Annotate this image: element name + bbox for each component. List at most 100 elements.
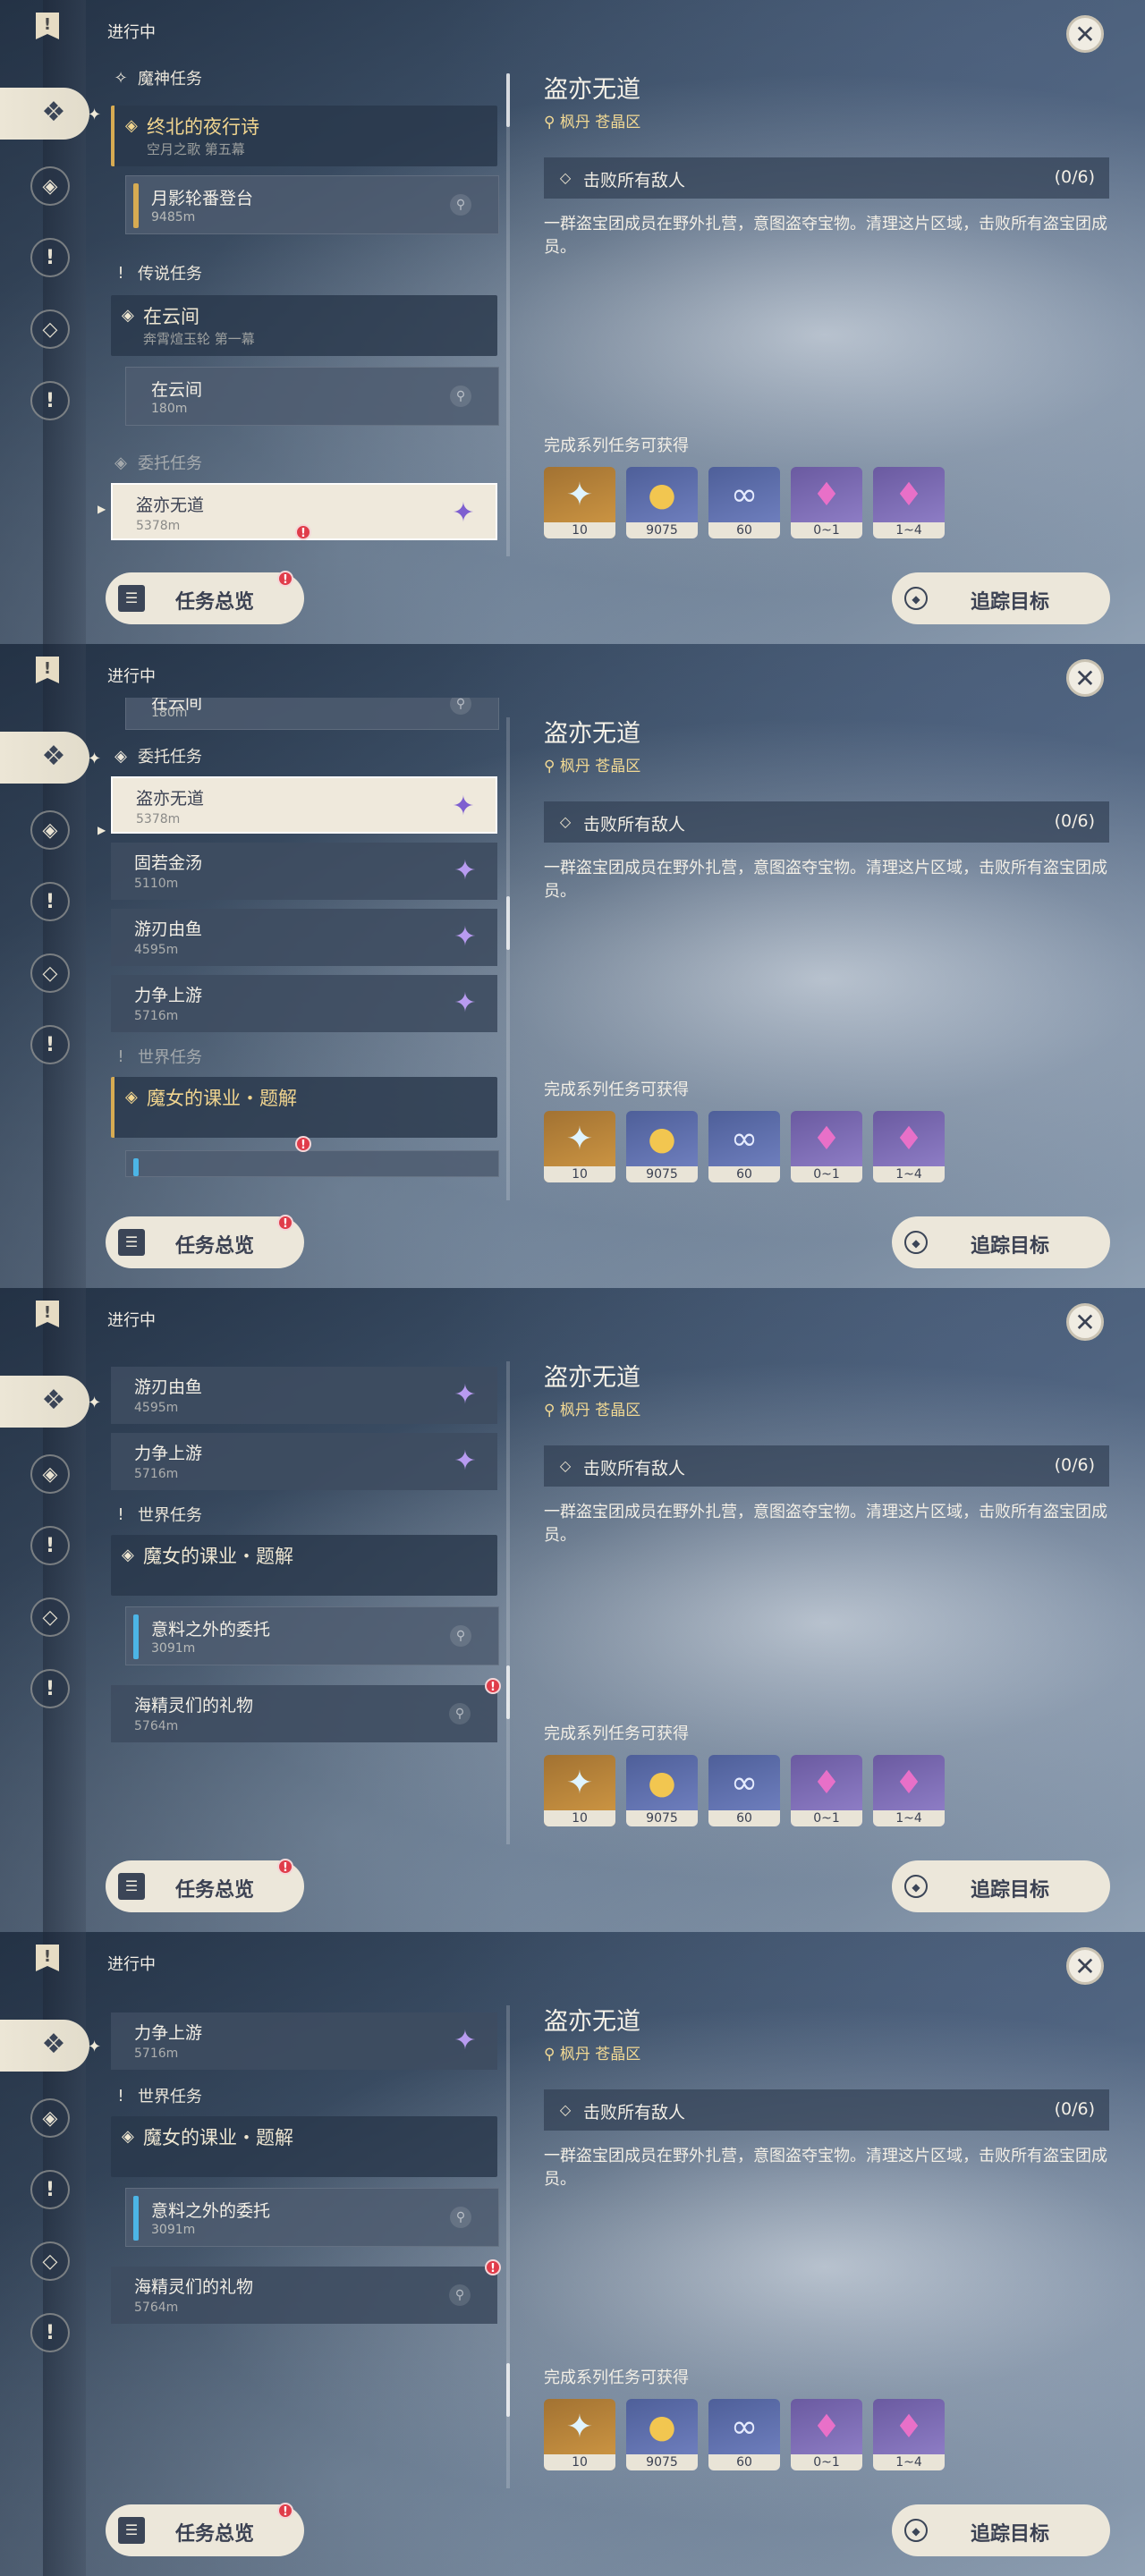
objective-diamond-icon: ◇	[559, 1457, 572, 1474]
quest-overview-button[interactable]: ☰ 任务总览 !	[106, 1215, 304, 1268]
reward-primogem[interactable]: ✦ 10	[544, 1755, 615, 1826]
reward-crystal[interactable]: ♦ 0~1	[791, 2399, 862, 2470]
reward-crystal[interactable]: ♦ 0~1	[791, 1111, 862, 1182]
reward-primogem[interactable]: ✦ 10	[544, 467, 615, 538]
sparkle-icon: ✦	[88, 106, 102, 124]
list-scrollbar[interactable]	[506, 2005, 510, 2488]
world-quest-entry[interactable]: 海精灵们的礼物 5764m ⚲	[111, 2267, 497, 2324]
location-pin-icon[interactable]: ⚲	[450, 194, 471, 216]
world-quest-step[interactable]: 意料之外的委托 3091m ⚲	[125, 2188, 499, 2247]
legend-quest-step[interactable]: 在云间 180m ⚲	[125, 367, 499, 426]
archon-quest[interactable]: ◈ 终北的夜行诗 空月之歌 第五幕	[111, 106, 497, 166]
reward-mora[interactable]: ● 9075	[626, 1755, 698, 1826]
scroll-thumb[interactable]	[506, 73, 510, 127]
list-scrollbar[interactable]	[506, 717, 510, 1200]
reward-crystal-cluster[interactable]: ♦ 1~4	[873, 467, 945, 538]
world-quest[interactable]: ◈ 魔女的课业・题解	[111, 1077, 497, 1138]
commission-entry[interactable]: 力争上游 5716m ✦	[111, 975, 497, 1032]
nav-world-icon[interactable]: !	[30, 882, 70, 921]
scroll-thumb[interactable]	[506, 896, 510, 950]
quest-list[interactable]: 力争上游 5716m ✦ ! 世界任务 ◈ 魔女的课业・题解 意料之外的委托 30…	[106, 1986, 504, 2476]
archon-icon: ✧	[114, 68, 128, 88]
commission-entry[interactable]: 力争上游 5716m ✦	[111, 1433, 497, 1490]
quest-overview-button[interactable]: ☰ 任务总览 !	[106, 571, 304, 624]
archon-quest-step[interactable]: 月影轮番登台 9485m ⚲	[125, 175, 499, 234]
commission-entry[interactable]: 力争上游 5716m ✦	[111, 2012, 497, 2070]
location-pin-icon[interactable]: ⚲	[450, 1625, 471, 1647]
commission-entry[interactable]: 游刃由鱼 4595m ✦	[111, 1367, 497, 1424]
nav-daily-icon[interactable]: ◇	[30, 1597, 70, 1637]
quest-list[interactable]: ✧ 魔神任务 ◈ 终北的夜行诗 空月之歌 第五幕 月影轮番登台 9485m ⚲ !…	[106, 54, 504, 544]
nav-legend-icon[interactable]: ◈	[30, 2098, 70, 2138]
nav-daily-icon[interactable]: ◇	[30, 309, 70, 349]
nav-item-commission-selected[interactable]: ❖	[0, 1376, 89, 1428]
list-scrollbar[interactable]	[506, 73, 510, 556]
screen-panel-2: ! ❖ ✦ ◈ ! ◇ ! 进行中 ✕ ▶ 在云间 180m ⚲ ◈ 委托任务 盗…	[0, 644, 1145, 1288]
nav-item-commission-selected[interactable]: ❖	[0, 2020, 89, 2072]
reward-fate[interactable]: ∞ 60	[708, 467, 780, 538]
nav-world-icon[interactable]: !	[30, 2170, 70, 2209]
scroll-thumb[interactable]	[506, 1665, 510, 1719]
reward-crystal[interactable]: ♦ 0~1	[791, 467, 862, 538]
reward-fate[interactable]: ∞ 60	[708, 1755, 780, 1826]
reward-mora[interactable]: ● 9075	[626, 467, 698, 538]
nav-daily-icon[interactable]: ◇	[30, 2241, 70, 2281]
location-pin-icon[interactable]: ⚲	[449, 1703, 471, 1724]
reward-crystal-cluster[interactable]: ♦ 1~4	[873, 2399, 945, 2470]
reward-fate[interactable]: ∞ 60	[708, 2399, 780, 2470]
fate-icon: ∞	[731, 1764, 758, 1801]
track-target-button[interactable]: ◆ 追踪目标	[892, 2504, 1110, 2556]
nav-item-commission-selected[interactable]: ❖	[0, 88, 89, 140]
world-quest[interactable]: ◈ 魔女的课业・题解	[111, 2116, 497, 2177]
nav-world-icon[interactable]: !	[30, 238, 70, 277]
nav-item-commission-selected[interactable]: ❖	[0, 732, 89, 784]
mora-icon: ●	[648, 476, 676, 513]
world-quest-step[interactable]: 意料之外的委托 3091m ⚲	[125, 1606, 499, 1665]
nav-legend-icon[interactable]: ◈	[30, 1454, 70, 1494]
nav-event-icon[interactable]: !	[30, 1025, 70, 1064]
quest-overview-button[interactable]: ☰ 任务总览 !	[106, 1859, 304, 1912]
world-quest-step-partial[interactable]	[125, 1150, 499, 1177]
nav-daily-icon[interactable]: ◇	[30, 953, 70, 993]
reward-mora[interactable]: ● 9075	[626, 2399, 698, 2470]
objective-bar: ◇ 击败所有敌人 (0/6)	[544, 1445, 1109, 1487]
legend-quest-step[interactable]: 在云间 180m ⚲	[125, 698, 499, 730]
legend-quest[interactable]: ◈ 在云间 奔霄煊玉轮 第一幕	[111, 295, 497, 356]
commission-entry[interactable]: 固若金汤 5110m ✦	[111, 843, 497, 900]
alert-badge: !	[295, 1136, 311, 1152]
location-pin-icon[interactable]: ⚲	[450, 2207, 471, 2228]
nav-event-icon[interactable]: !	[30, 2313, 70, 2352]
list-scrollbar[interactable]	[506, 1361, 510, 1844]
location-pin-icon[interactable]: ⚲	[449, 2284, 471, 2306]
objective-diamond-icon: ◇	[559, 169, 572, 186]
world-quest[interactable]: ◈ 魔女的课业・题解	[111, 1535, 497, 1596]
nav-event-icon[interactable]: !	[30, 1669, 70, 1708]
reward-mora[interactable]: ● 9075	[626, 1111, 698, 1182]
rewards-row: ✦ 10 ● 9075 ∞ 60 ♦ 0~1 ♦ 1~4	[544, 1755, 945, 1826]
quest-detail: 盗亦无道 ⚲ 枫丹 苍晶区 ◇ 击败所有敌人 (0/6) 一群盗宝团成员在野外扎…	[544, 644, 1116, 1216]
commission-entry-selected[interactable]: 盗亦无道 5378m ✦	[111, 776, 497, 834]
progress-bar	[133, 1614, 139, 1659]
reward-crystal-cluster[interactable]: ♦ 1~4	[873, 1111, 945, 1182]
nav-legend-icon[interactable]: ◈	[30, 810, 70, 850]
commission-entry[interactable]: 游刃由鱼 4595m ✦	[111, 909, 497, 966]
reward-crystal[interactable]: ♦ 0~1	[791, 1755, 862, 1826]
quest-overview-button[interactable]: ☰ 任务总览 !	[106, 2503, 304, 2556]
track-target-button[interactable]: ◆ 追踪目标	[892, 572, 1110, 624]
in-progress-label: 进行中	[107, 1955, 156, 1974]
reward-fate[interactable]: ∞ 60	[708, 1111, 780, 1182]
location-pin-icon[interactable]: ⚲	[450, 386, 471, 407]
scroll-thumb[interactable]	[506, 2363, 510, 2417]
nav-event-icon[interactable]: !	[30, 381, 70, 420]
nav-legend-icon[interactable]: ◈	[30, 166, 70, 206]
nav-world-icon[interactable]: !	[30, 1526, 70, 1565]
track-target-button[interactable]: ◆ 追踪目标	[892, 1860, 1110, 1912]
location-pin-icon[interactable]: ⚲	[450, 698, 471, 715]
reward-primogem[interactable]: ✦ 10	[544, 2399, 615, 2470]
quest-list[interactable]: 游刃由鱼 4595m ✦ 力争上游 5716m ✦ ! 世界任务 ◈ 魔女的课业・…	[106, 1342, 504, 1832]
track-target-button[interactable]: ◆ 追踪目标	[892, 1216, 1110, 1268]
world-quest-entry[interactable]: 海精灵们的礼物 5764m ⚲	[111, 1685, 497, 1742]
reward-primogem[interactable]: ✦ 10	[544, 1111, 615, 1182]
reward-crystal-cluster[interactable]: ♦ 1~4	[873, 1755, 945, 1826]
quest-list[interactable]: 在云间 180m ⚲ ◈ 委托任务 盗亦无道 5378m ✦ 固若金汤 5110m…	[106, 698, 504, 1188]
